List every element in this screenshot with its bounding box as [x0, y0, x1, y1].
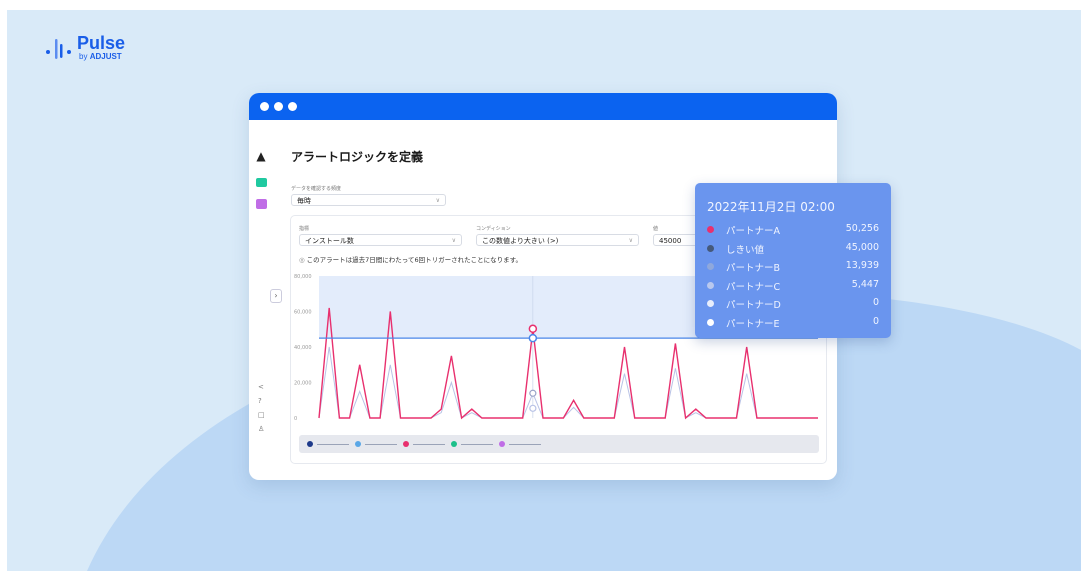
window-dot-maximize[interactable] [288, 102, 297, 111]
tooltip-swatch [707, 281, 714, 289]
legend-item[interactable] [499, 441, 541, 447]
chevron-down-icon: ∨ [451, 237, 456, 244]
tooltip-series-name: パートナーB [726, 263, 781, 274]
tooltip-swatch [707, 318, 714, 326]
trigger-note-text: このアラートは過去7日間にわたって6回トリガーされたことになります。 [306, 256, 522, 264]
metric-select[interactable]: インストール数 ∨ [299, 234, 462, 246]
chart-legend [299, 435, 819, 453]
legend-swatch [451, 441, 457, 447]
tooltip-swatch [707, 226, 714, 233]
tooltip-swatch [707, 300, 714, 307]
help-icon[interactable]: ? [258, 397, 262, 405]
threshold-input[interactable]: 45000 [653, 234, 699, 246]
settings-icon[interactable]: □ [258, 411, 265, 419]
tooltip-series-name: パートナーE [726, 318, 780, 330]
y-tick-label: 80,000 [294, 274, 312, 280]
frequency-value: 毎時 [297, 197, 311, 205]
legend-item[interactable] [355, 441, 397, 447]
tooltip-swatch [707, 244, 714, 252]
series-line-partner-b [318, 346, 818, 419]
y-tick-label: 20,000 [294, 381, 312, 387]
hover-point-partner-c [529, 404, 537, 412]
tooltip-series-name: パートナーC [726, 281, 781, 293]
y-tick-label: 40,000 [294, 345, 312, 351]
chevron-down-icon: ∨ [628, 237, 633, 244]
tooltip-series-name: パートナーD [726, 300, 781, 311]
tooltip-row: パートナーD 0 [707, 297, 879, 311]
condition-value: この数値より大きい (>) [482, 237, 559, 245]
legend-line [317, 443, 349, 445]
user-icon[interactable]: ♙ [258, 425, 264, 433]
frequency-label: データを確認する頻度 [291, 186, 342, 192]
window-dot-minimize[interactable] [274, 102, 283, 111]
window-titlebar [249, 93, 837, 120]
tooltip-title: 2022年11月2日 02:00 [707, 200, 835, 214]
hover-point-partner-b [529, 389, 537, 397]
chevron-down-icon: ∨ [435, 197, 440, 204]
legend-item[interactable] [403, 441, 445, 447]
document-nav-icon[interactable] [256, 199, 267, 209]
tooltip-series-name: しきい値 [726, 244, 765, 256]
share-icon[interactable]: < [258, 383, 264, 391]
legend-swatch [355, 441, 361, 447]
tooltip-series-value: 50,256 [845, 223, 879, 234]
condition-label: コンディション [476, 226, 511, 232]
tooltip-series-value: 0 [872, 297, 879, 308]
tooltip-series-value: 5,447 [851, 278, 879, 290]
frequency-select[interactable]: 毎時 ∨ [291, 194, 446, 206]
info-icon: ◎ [299, 256, 305, 264]
y-tick-label: 60,000 [294, 310, 312, 316]
legend-swatch [499, 441, 505, 447]
tooltip-series-value: 13,939 [845, 260, 879, 271]
legend-line [461, 443, 493, 445]
threshold-value: 45000 [659, 237, 682, 245]
tooltip-row: パートナーB 13,939 [707, 260, 879, 274]
legend-item[interactable] [307, 441, 349, 447]
pulse-logo: Pulse by ADJUST [44, 31, 125, 65]
condition-select[interactable]: この数値より大きい (>) ∨ [476, 234, 639, 246]
tooltip-series-value: 0 [872, 315, 879, 327]
brand-name: Pulse [77, 33, 126, 53]
window-dot-close[interactable] [260, 102, 269, 111]
page-title: アラートロジックを定義 [291, 150, 424, 164]
pulse-logo-icon [46, 39, 71, 59]
legend-line [365, 443, 397, 445]
legend-line [413, 443, 445, 445]
hover-point-partner-a [528, 324, 538, 334]
legend-swatch [403, 441, 409, 447]
metric-value: インストール数 [305, 237, 354, 245]
tooltip-row: パートナーA 50,256 [707, 223, 879, 237]
y-tick-label: 0 [294, 416, 297, 422]
threshold-label: 値 [653, 226, 659, 232]
tooltip-swatch [707, 263, 714, 270]
trigger-note: ◎ このアラートは過去7日間にわたって6回トリガーされたことになります。 [299, 254, 522, 264]
hover-point-threshold [528, 333, 538, 343]
tooltip-series-value: 45,000 [845, 241, 879, 253]
tooltip-row: パートナーE 0 [707, 316, 879, 330]
chart-nav-icon[interactable] [256, 178, 267, 187]
tooltip-row: しきい値 45,000 [707, 242, 879, 256]
tooltip-row: パートナーC 5,447 [707, 279, 879, 293]
chart-tooltip: 2022年11月2日 02:00 パートナーA 50,256 しきい値 45,000 パ… [695, 183, 891, 338]
metric-label: 指標 [299, 226, 310, 232]
adjust-logo-icon[interactable]: ▲ [255, 149, 267, 163]
legend-swatch [307, 441, 313, 447]
tooltip-series-name: パートナーA [726, 226, 780, 237]
legend-line [509, 443, 541, 445]
expand-sidebar-chevron-icon[interactable]: › [270, 289, 282, 303]
brand-byline: by ADJUST [79, 52, 122, 61]
legend-item[interactable] [451, 441, 493, 447]
